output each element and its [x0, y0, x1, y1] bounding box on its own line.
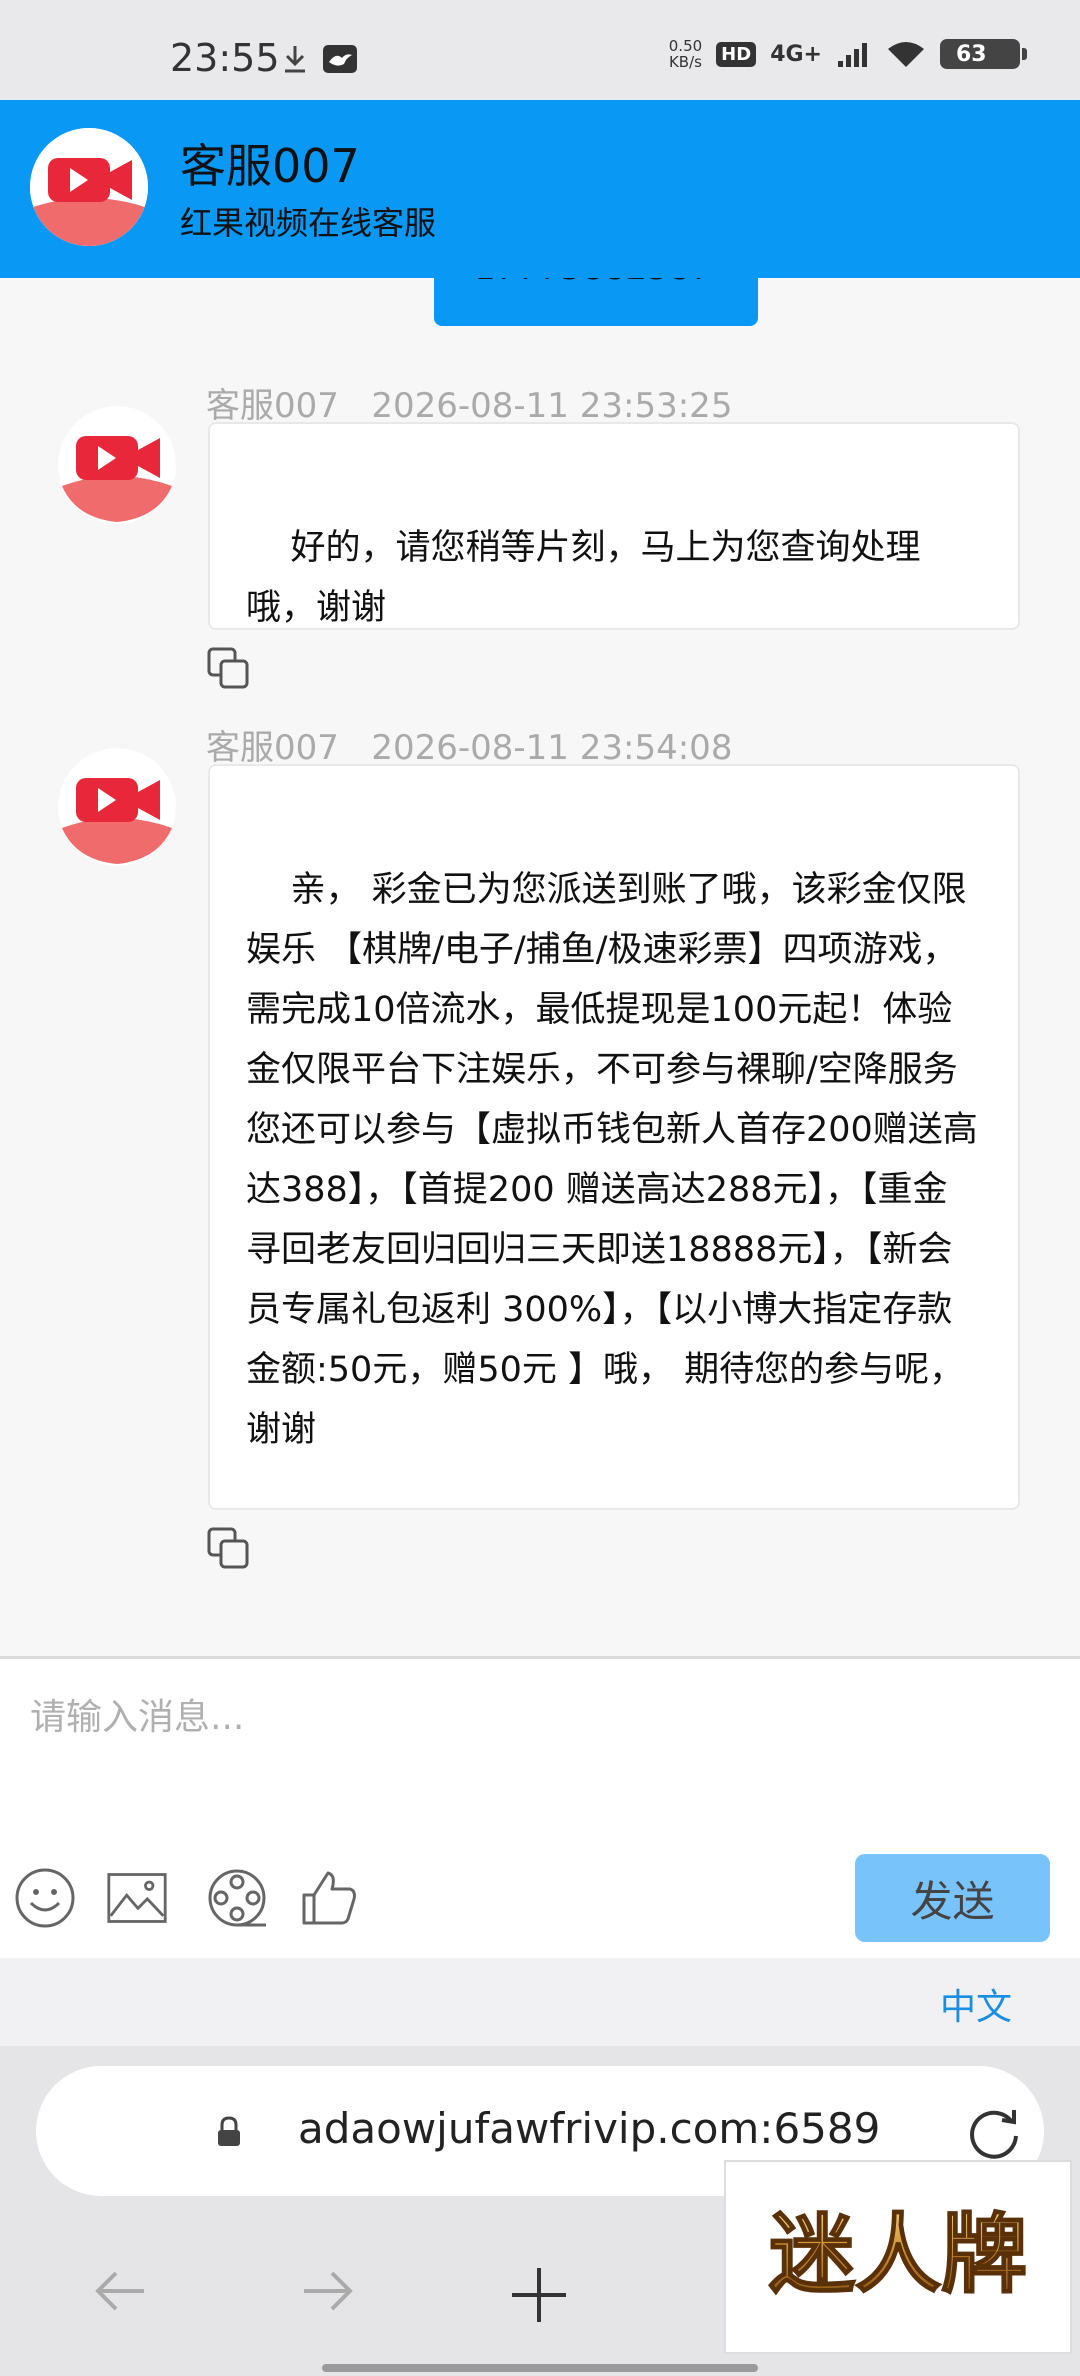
language-bar: 中文 [0, 1958, 1080, 2046]
home-indicator[interactable] [322, 2364, 758, 2372]
lock-icon [218, 2116, 240, 2146]
video-logo-icon [58, 748, 176, 866]
message-meta: 客服007 2026-08-11 23:53:25 [206, 378, 732, 427]
agent-avatar [58, 748, 176, 866]
message-time: 2026-08-11 23:54:08 [371, 728, 733, 768]
message-sender: 客服007 [206, 386, 339, 426]
video-icon[interactable] [206, 1867, 268, 1929]
status-right-group: 0.50 KB/s HD 4G+ 63 [669, 38, 1027, 70]
chat-list[interactable]: 17775882387 客服007 2026-08-11 23:53:25 好的… [0, 278, 1080, 1656]
header-title: 客服007 [180, 139, 360, 193]
reload-icon[interactable] [964, 2102, 1024, 2162]
bird-notification-icon [323, 45, 357, 73]
emoji-icon[interactable] [14, 1867, 76, 1929]
download-icon [285, 46, 305, 73]
net-speed-unit: KB/s [668, 53, 702, 71]
sent-message-text: 17775882387 [474, 278, 712, 288]
message-bubble[interactable]: 好的，请您稍等片刻，马上为您查询处理哦，谢谢 [208, 422, 1020, 630]
message-time: 2026-08-11 23:53:25 [371, 386, 733, 426]
url-text[interactable]: adaowjufawfrivip.com:6589 [298, 2104, 880, 2153]
wifi-icon [888, 42, 924, 67]
video-logo-icon [30, 128, 148, 246]
forward-icon[interactable] [300, 2266, 356, 2316]
watermark-image: 迷人牌 [768, 2204, 1028, 2306]
message-text: 亲， 彩金已为您派送到账了哦，该彩金仅限娱乐 【棋牌/电子/捕鱼/极速彩票】四项… [246, 870, 978, 1450]
header-subtitle: 红果视频在线客服 [180, 204, 437, 242]
watermark-logo: 迷人牌 [724, 2160, 1072, 2354]
svg-text:迷人牌: 迷人牌 [769, 2205, 1027, 2305]
language-switch[interactable]: 中文 [940, 1978, 1012, 2030]
status-time: 23:55 [170, 36, 280, 80]
new-tab-icon[interactable] [510, 2266, 568, 2324]
copy-icon[interactable] [206, 1526, 252, 1572]
message-meta: 客服007 2026-08-11 23:54:08 [206, 720, 732, 769]
agent-avatar [58, 406, 176, 524]
message-input[interactable] [30, 1687, 1030, 1747]
net-speed-value: 0.50 [668, 37, 703, 55]
message-text: 好的，请您稍等片刻，马上为您查询处理哦，谢谢 [246, 528, 921, 628]
back-icon[interactable] [92, 2266, 148, 2316]
signal-icon [838, 43, 867, 67]
send-button[interactable]: 发送 [855, 1854, 1050, 1942]
network-type: 4G+ [770, 41, 822, 67]
image-icon[interactable] [106, 1867, 168, 1929]
sent-message-bubble[interactable]: 17775882387 [434, 278, 758, 326]
chat-header: 客服007 红果视频在线客服 [0, 100, 1080, 278]
copy-icon[interactable] [206, 646, 252, 692]
agent-avatar [30, 128, 148, 246]
message-sender: 客服007 [206, 728, 339, 768]
net-speed: 0.50 KB/s [669, 38, 702, 70]
video-logo-icon [58, 406, 176, 524]
status-bar: 23:55 0.50 KB/s HD 4G+ 63 [0, 0, 1080, 100]
message-bubble[interactable]: 亲， 彩金已为您派送到账了哦，该彩金仅限娱乐 【棋牌/电子/捕鱼/极速彩票】四项… [208, 764, 1020, 1510]
message-composer: 发送 [0, 1656, 1080, 1958]
thumbs-up-icon[interactable] [298, 1867, 360, 1929]
battery-indicator: 63 [940, 39, 1027, 69]
hd-badge: HD [716, 41, 757, 67]
